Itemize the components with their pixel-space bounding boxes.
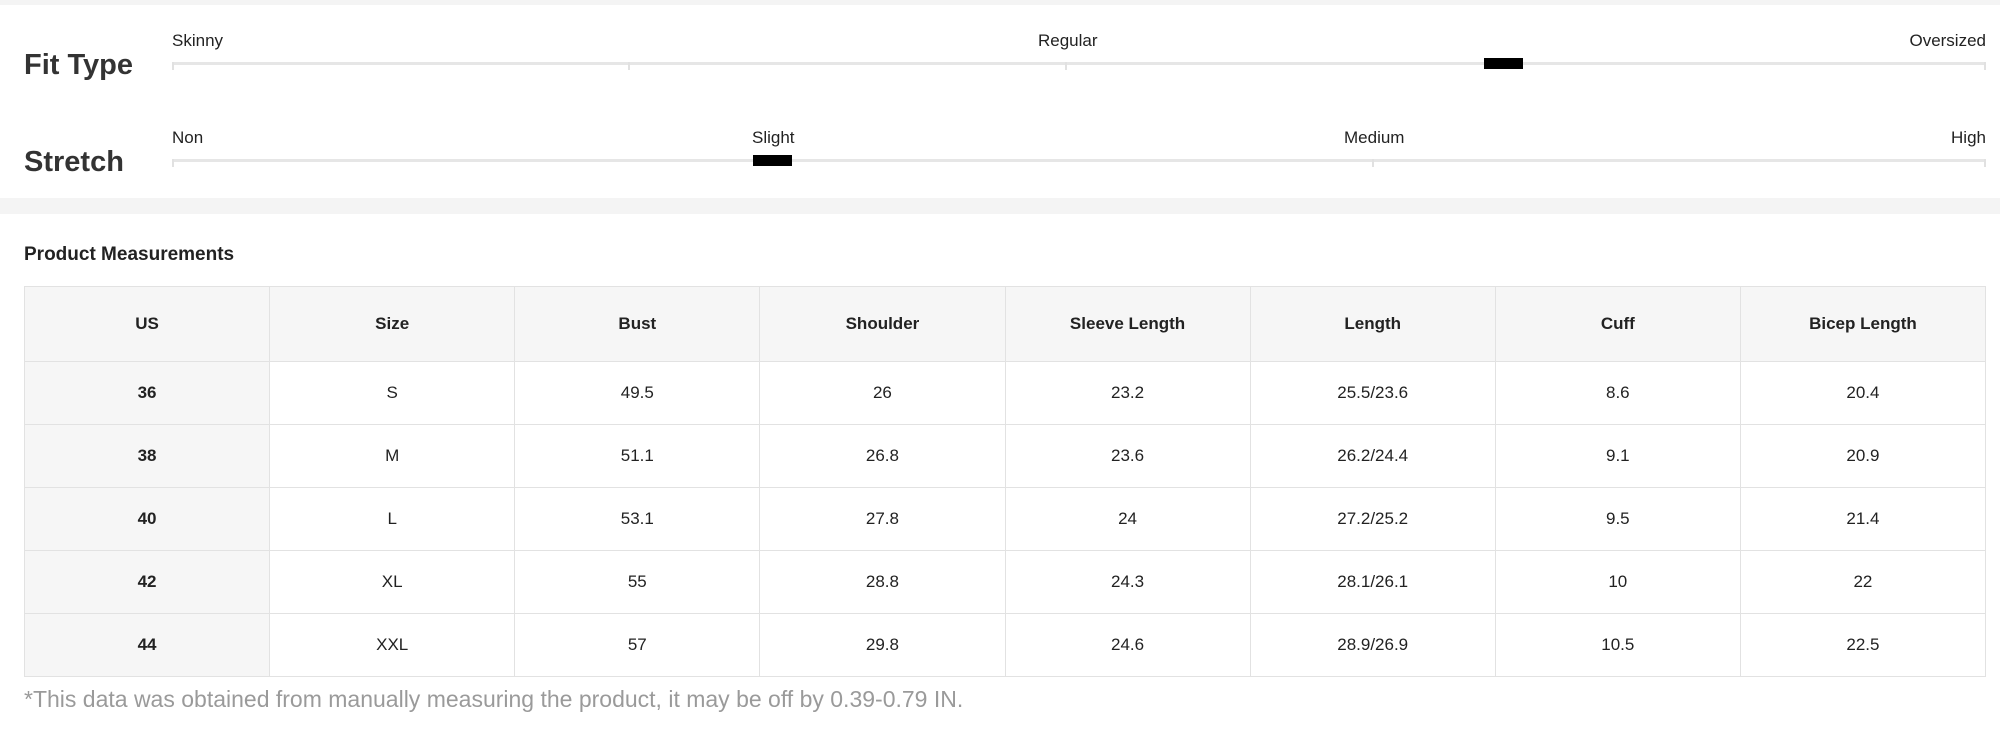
column-header-length: Length: [1249, 286, 1496, 362]
fit-type-scale: Skinny Regular Oversized: [172, 31, 1986, 91]
stretch-tick: [172, 159, 174, 167]
column-header-bust: Bust: [514, 286, 761, 362]
fit-type-label-regular: Regular: [1038, 31, 1098, 50]
table-cell: 49.5: [514, 361, 761, 425]
table-cell-us: 38: [23, 424, 271, 488]
table-cell: 27.2/25.2: [1249, 487, 1496, 551]
fit-panel: Fit Type Skinny Regular Oversized Stretc…: [0, 5, 2000, 198]
column-header-bicep-length: Bicep Length: [1739, 286, 1987, 362]
table-cell: 28.9/26.9: [1249, 613, 1496, 677]
table-cell: 51.1: [514, 424, 761, 488]
table-cell: 28.1/26.1: [1249, 550, 1496, 614]
fit-type-tick: [1984, 62, 1986, 70]
fit-type-label-skinny: Skinny: [172, 31, 224, 50]
table-cell: 26.8: [759, 424, 1006, 488]
table-cell: 57: [514, 613, 761, 677]
column-header-shoulder: Shoulder: [759, 286, 1006, 362]
table-cell: 21.4: [1739, 487, 1987, 551]
table-cell: 29.8: [759, 613, 1006, 677]
table-row: 38 M 51.1 26.8 23.6 26.2/24.4 9.1 20.9: [23, 424, 1987, 488]
table-cell: 25.5/23.6: [1249, 361, 1496, 425]
stretch-marker: [753, 155, 792, 166]
table-cell: XXL: [269, 613, 516, 677]
table-cell: 24: [1004, 487, 1251, 551]
table-cell: 20.4: [1739, 361, 1987, 425]
table-header-row: US Size Bust Shoulder Sleeve Length Leng…: [23, 286, 1987, 362]
stretch-label-non: Non: [172, 128, 204, 147]
table-cell-us: 40: [23, 487, 271, 551]
table-cell: 23.6: [1004, 424, 1251, 488]
stretch-label-high: High: [1951, 128, 1986, 147]
fit-type-tick: [628, 62, 630, 70]
column-header-us: US: [23, 286, 271, 362]
measurement-disclaimer: *This data was obtained from manually me…: [24, 686, 964, 712]
table-cell: XL: [269, 550, 516, 614]
fit-type-track: [172, 62, 1986, 65]
table-cell: 10.5: [1494, 613, 1741, 677]
stretch-scale: Non Slight Medium High: [172, 128, 1986, 188]
column-header-sleeve-length: Sleeve Length: [1004, 286, 1251, 362]
table-cell: 24.6: [1004, 613, 1251, 677]
table-cell: 28.8: [759, 550, 1006, 614]
stretch-tick: [1984, 159, 1986, 167]
table-cell: 24.3: [1004, 550, 1251, 614]
table-cell: 9.5: [1494, 487, 1741, 551]
table-cell: M: [269, 424, 516, 488]
table-cell: 27.8: [759, 487, 1006, 551]
table-row: 42 XL 55 28.8 24.3 28.1/26.1 10 22: [23, 550, 1987, 614]
table-cell: 55: [514, 550, 761, 614]
table-cell: 53.1: [514, 487, 761, 551]
fit-type-tick: [1065, 62, 1067, 70]
fit-type-label-oversized: Oversized: [1909, 31, 1986, 50]
measurements-title: Product Measurements: [24, 244, 235, 265]
table-cell: S: [269, 361, 516, 425]
stretch-label-slight: Slight: [752, 128, 795, 147]
table-row: 44 XXL 57 29.8 24.6 28.9/26.9 10.5 22.5: [23, 613, 1987, 677]
stretch-track: [172, 159, 1986, 162]
table-cell: 26: [759, 361, 1006, 425]
column-header-size: Size: [269, 286, 516, 362]
table-cell: 23.2: [1004, 361, 1251, 425]
stretch-tick: [1372, 159, 1374, 167]
table-cell-us: 36: [23, 361, 271, 425]
column-header-cuff: Cuff: [1494, 286, 1741, 362]
table-cell: 22.5: [1739, 613, 1987, 677]
table-cell: 20.9: [1739, 424, 1987, 488]
fit-type-marker: [1484, 58, 1523, 69]
section-divider: [0, 198, 2000, 214]
table-cell-us: 44: [23, 613, 271, 677]
table-cell: 26.2/24.4: [1249, 424, 1496, 488]
table-cell: 8.6: [1494, 361, 1741, 425]
fit-type-title: Fit Type: [24, 49, 134, 81]
table-cell: 10: [1494, 550, 1741, 614]
table-row: 36 S 49.5 26 23.2 25.5/23.6 8.6 20.4: [23, 361, 1987, 425]
measurements-table: US Size Bust Shoulder Sleeve Length Leng…: [23, 286, 1987, 677]
table-cell: L: [269, 487, 516, 551]
fit-type-tick: [172, 62, 174, 70]
table-cell-us: 42: [23, 550, 271, 614]
table-cell: 22: [1739, 550, 1987, 614]
stretch-label-medium: Medium: [1344, 128, 1405, 147]
stretch-title: Stretch: [24, 146, 124, 178]
table-cell: 9.1: [1494, 424, 1741, 488]
table-row: 40 L 53.1 27.8 24 27.2/25.2 9.5 21.4: [23, 487, 1987, 551]
